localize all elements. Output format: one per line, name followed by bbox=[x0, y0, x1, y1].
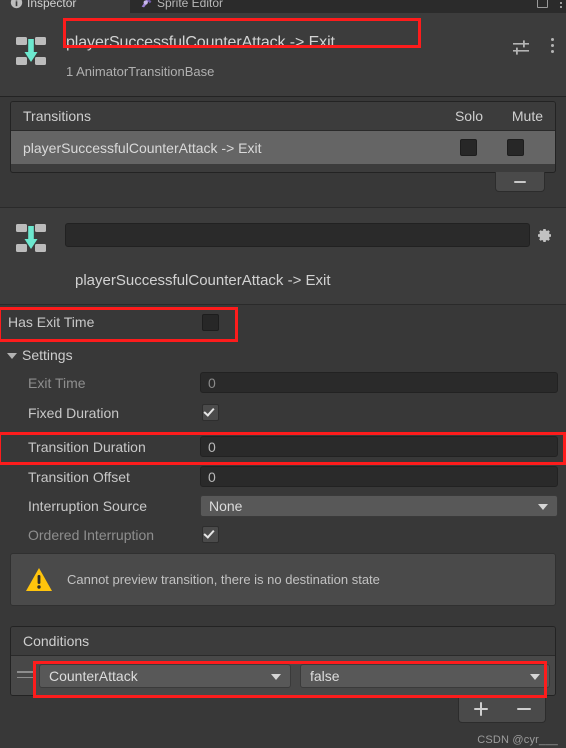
minus-icon bbox=[514, 180, 526, 183]
inspector-header: playerSuccessfulCounterAttack -> Exit 1 … bbox=[0, 13, 566, 97]
inspector-window: Inspector Sprite Editor playerSuccessful… bbox=[0, 0, 566, 748]
fixed-duration-row: Fixed Duration bbox=[0, 402, 566, 424]
tab-inspector[interactable]: Inspector bbox=[0, 0, 130, 13]
exit-time-label: Exit Time bbox=[28, 375, 86, 391]
transition-duration-field[interactable]: 0 bbox=[200, 436, 558, 457]
transition-duration-label: Transition Duration bbox=[28, 439, 146, 455]
ordered-interruption-checkbox[interactable] bbox=[202, 526, 219, 543]
check-icon bbox=[203, 527, 215, 539]
mute-checkbox[interactable] bbox=[507, 139, 524, 156]
add-condition-button[interactable] bbox=[473, 702, 488, 716]
warning-message: Cannot preview transition, there is no d… bbox=[67, 572, 380, 587]
transitions-label: Transitions bbox=[23, 108, 91, 124]
condition-value-dropdown[interactable]: false bbox=[300, 664, 550, 688]
solo-checkbox[interactable] bbox=[460, 139, 477, 156]
settings-foldout[interactable]: Settings bbox=[0, 345, 566, 367]
interruption-source-dropdown[interactable]: None bbox=[200, 495, 558, 517]
chevron-down-icon bbox=[271, 674, 281, 680]
interruption-source-value: None bbox=[209, 498, 243, 514]
condition-value-value: false bbox=[310, 668, 340, 684]
transitions-panel-header: Transitions Solo Mute bbox=[11, 102, 555, 131]
has-exit-time-label: Has Exit Time bbox=[8, 314, 95, 330]
condition-parameter-dropdown[interactable]: CounterAttack bbox=[39, 664, 291, 688]
transition-list-item-label: playerSuccessfulCounterAttack -> Exit bbox=[23, 139, 262, 156]
check-icon bbox=[203, 405, 215, 417]
settings-foldout-label: Settings bbox=[22, 347, 73, 363]
transition-offset-value: 0 bbox=[208, 468, 216, 485]
transition-offset-label: Transition Offset bbox=[28, 469, 130, 485]
has-exit-time-row: Has Exit Time bbox=[0, 311, 566, 333]
chevron-down-icon bbox=[538, 504, 548, 510]
presets-sliders-icon[interactable] bbox=[512, 39, 530, 55]
condition-parameter-value: CounterAttack bbox=[49, 668, 138, 684]
exit-time-value: 0 bbox=[208, 374, 216, 391]
transition-name-input[interactable] bbox=[65, 223, 530, 247]
tab-sprite-editor[interactable]: Sprite Editor bbox=[130, 0, 295, 13]
solo-column-label: Solo bbox=[454, 108, 483, 124]
gear-icon[interactable] bbox=[536, 227, 553, 244]
transition-name-block: playerSuccessfulCounterAttack -> Exit bbox=[0, 207, 566, 305]
transition-duration-value: 0 bbox=[208, 438, 216, 455]
remove-transition-button[interactable] bbox=[495, 172, 545, 192]
exit-time-field[interactable]: 0 bbox=[200, 372, 558, 393]
watermark: CSDN @cyr___ bbox=[477, 734, 558, 746]
condition-row: CounterAttack false bbox=[11, 656, 555, 695]
fixed-duration-label: Fixed Duration bbox=[28, 405, 120, 421]
has-exit-time-checkbox[interactable] bbox=[202, 314, 219, 331]
conditions-panel: Conditions CounterAttack false bbox=[10, 626, 556, 696]
header-subtitle: 1 AnimatorTransitionBase bbox=[66, 64, 215, 79]
remove-condition-button[interactable] bbox=[516, 708, 531, 710]
kebab-menu-icon[interactable] bbox=[560, 0, 562, 8]
fixed-duration-checkbox[interactable] bbox=[202, 404, 219, 421]
chevron-down-icon bbox=[530, 674, 540, 680]
chevron-down-icon bbox=[7, 353, 17, 359]
ordered-interruption-row: Ordered Interruption bbox=[0, 524, 566, 546]
interruption-source-row: Interruption Source None bbox=[0, 495, 566, 517]
animator-transition-icon bbox=[16, 224, 46, 252]
info-icon bbox=[10, 0, 23, 9]
transition-duration-row: Transition Duration 0 bbox=[0, 436, 566, 458]
maximize-icon[interactable] bbox=[537, 0, 548, 8]
ordered-interruption-label: Ordered Interruption bbox=[28, 527, 155, 543]
interruption-source-label: Interruption Source bbox=[28, 498, 148, 514]
window-controls bbox=[537, 0, 562, 13]
page-title: playerSuccessfulCounterAttack -> Exit bbox=[66, 34, 335, 51]
transition-offset-row: Transition Offset 0 bbox=[0, 466, 566, 488]
exit-time-row: Exit Time 0 bbox=[0, 372, 566, 394]
transition-list-item[interactable]: playerSuccessfulCounterAttack -> Exit bbox=[11, 131, 555, 164]
tab-inspector-label: Inspector bbox=[27, 0, 77, 10]
drag-handle-icon[interactable] bbox=[17, 671, 34, 679]
warning-box: Cannot preview transition, there is no d… bbox=[10, 553, 556, 606]
tab-sprite-editor-label: Sprite Editor bbox=[157, 0, 224, 10]
mute-column-label: Mute bbox=[511, 108, 543, 124]
header-kebab-menu-icon[interactable] bbox=[551, 38, 554, 53]
conditions-panel-header: Conditions bbox=[11, 627, 555, 656]
conditions-add-remove-buttons bbox=[458, 696, 546, 723]
transitions-panel: Transitions Solo Mute playerSuccessfulCo… bbox=[10, 101, 556, 173]
animator-transition-icon bbox=[16, 37, 46, 65]
conditions-label: Conditions bbox=[23, 633, 90, 649]
warning-triangle-icon bbox=[26, 568, 52, 591]
window-tab-bar: Inspector Sprite Editor bbox=[0, 0, 566, 13]
transition-name-label: playerSuccessfulCounterAttack -> Exit bbox=[75, 272, 331, 289]
transition-offset-field[interactable]: 0 bbox=[200, 466, 558, 487]
sprite-editor-icon bbox=[141, 0, 152, 8]
